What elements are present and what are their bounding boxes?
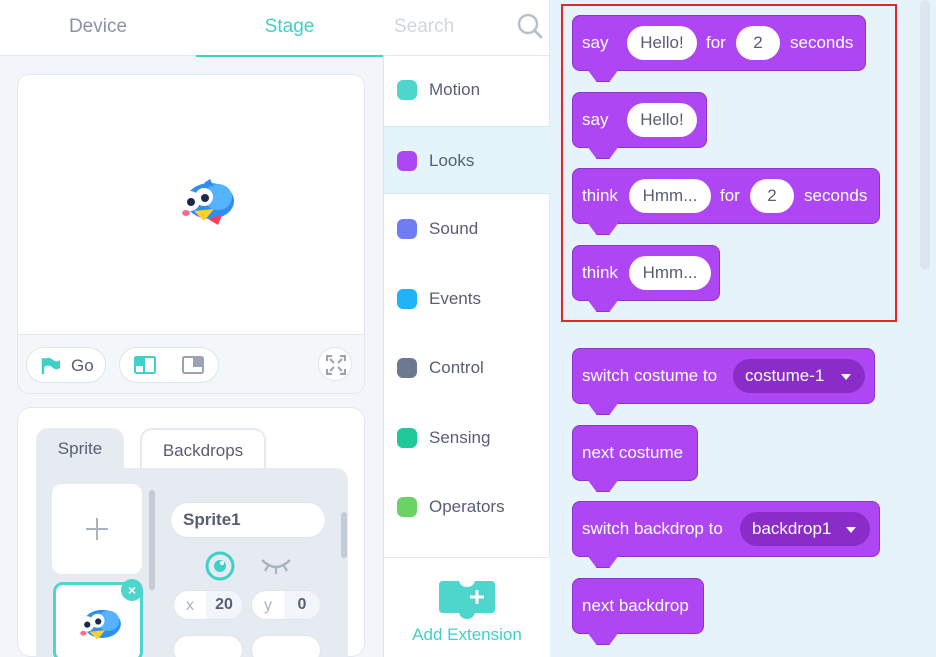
category-looks[interactable]: Looks xyxy=(384,126,550,194)
left-pane: Device Stage Go Sprite Backdrops × Sprit… xyxy=(0,0,384,657)
category-operators[interactable]: Operators xyxy=(384,473,550,541)
tab-sprite[interactable]: Sprite xyxy=(36,428,124,470)
sound-color-icon xyxy=(397,219,417,239)
y-value: 0 xyxy=(284,591,320,619)
size-field[interactable] xyxy=(173,635,243,657)
costume-dropdown[interactable]: costume-1 xyxy=(733,359,865,393)
add-sprite-button[interactable] xyxy=(52,484,142,574)
sensing-color-icon xyxy=(397,428,417,448)
category-motion[interactable]: Motion xyxy=(384,56,550,124)
sprite-thumbnail-image xyxy=(78,609,121,640)
search-icon[interactable] xyxy=(516,12,544,40)
backdrop-dropdown[interactable]: backdrop1 xyxy=(740,512,870,546)
sprite-panel: Sprite Backdrops × Sprite1 x 20 y 0 xyxy=(17,407,365,657)
y-label: y xyxy=(264,597,272,614)
sprite-properties-scrollbar[interactable] xyxy=(341,512,347,558)
block-text: next backdrop xyxy=(582,596,689,615)
sprite-thumbnail[interactable]: × xyxy=(53,579,143,657)
block-palette: say Hello! for 2 seconds say Hello! thin… xyxy=(550,0,936,657)
add-extension-label: Add Extension xyxy=(412,625,522,644)
stage-controls-bar: Go xyxy=(18,335,364,393)
y-position-field[interactable]: y 0 xyxy=(251,590,320,620)
block-text: switch backdrop to xyxy=(582,519,723,538)
costume-dropdown-value: costume-1 xyxy=(745,366,825,385)
large-stage-layout-icon[interactable] xyxy=(182,356,204,374)
category-sensing[interactable]: Sensing xyxy=(384,404,550,472)
stage-canvas[interactable] xyxy=(18,75,364,335)
device-stage-tabs: Device Stage xyxy=(0,0,384,57)
x-position-field[interactable]: x 20 xyxy=(173,590,242,620)
show-sprite-icon[interactable] xyxy=(204,550,236,582)
highlight-box xyxy=(561,4,897,322)
fullscreen-button[interactable] xyxy=(318,347,352,381)
add-extension-icon xyxy=(439,581,495,619)
backdrop-dropdown-value: backdrop1 xyxy=(752,519,832,538)
sprite-list-scrollbar[interactable] xyxy=(149,490,155,590)
sprite-character-image xyxy=(180,179,234,225)
category-label: Looks xyxy=(429,151,475,170)
search-input[interactable]: Search xyxy=(394,16,454,38)
events-color-icon xyxy=(397,289,417,309)
sprite-name-field[interactable]: Sprite1 xyxy=(170,502,326,538)
category-label: Operators xyxy=(429,497,505,516)
block-text: next costume xyxy=(582,443,684,462)
block-switch-costume[interactable]: switch costume to costume-1 xyxy=(572,348,875,404)
x-label: x xyxy=(186,597,194,614)
sprite-list-area: × Sprite1 x 20 y 0 xyxy=(36,468,348,657)
tab-stage[interactable]: Stage xyxy=(196,0,383,57)
category-label: Events xyxy=(429,289,481,308)
tab-backdrops[interactable]: Backdrops xyxy=(140,428,266,470)
hide-sprite-icon[interactable] xyxy=(260,556,292,576)
small-stage-layout-icon[interactable] xyxy=(134,356,156,374)
go-button[interactable]: Go xyxy=(26,347,106,383)
category-control[interactable]: Control xyxy=(384,334,550,402)
dropdown-arrow-icon xyxy=(841,374,851,380)
looks-color-icon xyxy=(397,151,417,171)
operators-color-icon xyxy=(397,497,417,517)
motion-color-icon xyxy=(397,80,417,100)
category-label: Motion xyxy=(429,80,481,99)
category-label: Sound xyxy=(429,219,479,238)
green-flag-icon xyxy=(41,357,60,374)
add-extension-button[interactable]: Add Extension xyxy=(384,557,550,657)
block-categories: Search Motion Looks Sound Events Control… xyxy=(384,0,550,657)
category-events[interactable]: Events xyxy=(384,265,550,333)
block-next-costume[interactable]: next costume xyxy=(572,425,698,481)
control-color-icon xyxy=(397,358,417,378)
dropdown-arrow-icon xyxy=(846,527,856,533)
category-label: Sensing xyxy=(429,428,491,447)
stage-card: Go xyxy=(17,74,365,394)
block-next-backdrop[interactable]: next backdrop xyxy=(572,578,704,634)
category-label: Control xyxy=(429,358,484,377)
tab-device[interactable]: Device xyxy=(0,0,196,56)
stage-layout-toggle xyxy=(119,347,219,383)
delete-sprite-icon[interactable]: × xyxy=(121,579,143,601)
direction-field[interactable] xyxy=(251,635,321,657)
go-label: Go xyxy=(71,356,94,375)
fullscreen-icon xyxy=(326,355,346,375)
category-sound[interactable]: Sound xyxy=(384,195,550,263)
x-value: 20 xyxy=(206,591,242,619)
block-palette-scrollbar[interactable] xyxy=(920,0,930,270)
block-switch-backdrop[interactable]: switch backdrop to backdrop1 xyxy=(572,501,880,557)
block-text: switch costume to xyxy=(582,366,718,385)
block-search[interactable]: Search xyxy=(384,0,550,56)
